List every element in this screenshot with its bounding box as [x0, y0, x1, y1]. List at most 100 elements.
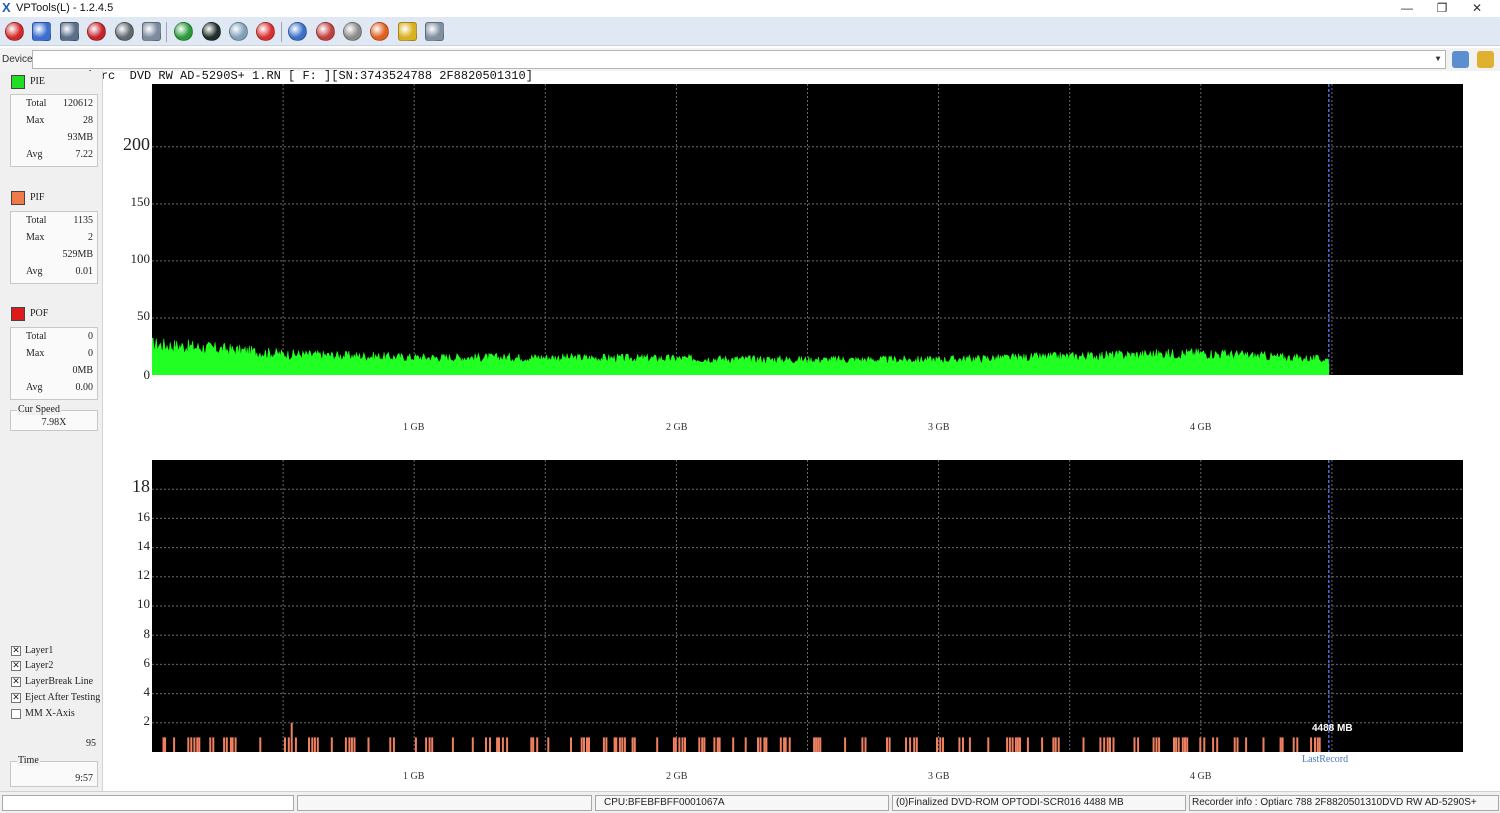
pof-color-swatch — [11, 307, 25, 321]
pif-error-bar — [633, 737, 636, 752]
pif-error-bar — [909, 737, 912, 752]
pif-error-bar — [718, 737, 721, 752]
pif-error-bar — [344, 737, 347, 752]
minimize-button[interactable]: — — [1390, 0, 1424, 17]
chevron-down-icon[interactable]: ▼ — [1432, 51, 1444, 68]
pif-error-bar — [1177, 737, 1180, 752]
checkbox-mark[interactable]: ✕ — [11, 677, 21, 687]
stat-label: Total — [26, 98, 47, 109]
pif-error-bar — [615, 737, 618, 752]
pif-error-bar — [1014, 737, 1017, 752]
sound-icon[interactable] — [1452, 51, 1469, 68]
checkbox-mark[interactable]: ✕ — [11, 661, 21, 671]
wrench-icon[interactable] — [32, 22, 51, 41]
pif-error-bar — [431, 737, 434, 752]
pif-max-position: 529MB — [62, 249, 93, 260]
pif-color-swatch — [11, 191, 25, 205]
pif-error-bar — [196, 737, 199, 752]
pif-error-bar — [817, 737, 820, 752]
pif-error-bar — [330, 737, 333, 752]
checkbox-label: Layer1 — [25, 645, 54, 656]
pif-error-bar — [1173, 737, 1175, 752]
x-tick-label: 1 GB — [403, 771, 425, 782]
stop-icon[interactable] — [256, 22, 275, 41]
pif-error-bar — [588, 737, 590, 752]
pif-error-bar — [1316, 737, 1319, 752]
device-select[interactable]: Optiarc DVD RW AD-5290S+ 1.RN [ F: ][SN:… — [32, 50, 1446, 83]
pif-error-bar — [757, 737, 759, 752]
monitor-icon[interactable] — [60, 22, 79, 41]
pif-error-bar — [815, 737, 818, 752]
printer-icon[interactable] — [142, 22, 161, 41]
pif-error-bar — [784, 737, 787, 752]
pif-error-bar — [485, 737, 487, 752]
pif-error-bar — [471, 737, 474, 752]
stat-label: Total — [26, 215, 47, 226]
pif-error-bar — [1186, 737, 1189, 752]
eject-icon[interactable] — [229, 22, 248, 41]
disc-copy-icon[interactable] — [343, 22, 362, 41]
pie-avg-value: 7.22 — [75, 149, 94, 160]
pif-error-bar — [259, 737, 262, 752]
restore-button[interactable]: ❐ — [1425, 0, 1459, 17]
pif-error-bar — [583, 737, 585, 752]
grey-disc-icon[interactable] — [115, 22, 134, 41]
pif-error-bar — [701, 737, 704, 752]
disc-scan-icon[interactable] — [316, 22, 335, 41]
folder-icon[interactable] — [398, 22, 417, 41]
pif-error-bar — [968, 737, 971, 752]
lock-icon[interactable] — [1477, 51, 1494, 68]
pif-error-bar — [861, 737, 864, 752]
globe-icon[interactable] — [202, 22, 221, 41]
red-disc-icon[interactable] — [87, 22, 106, 41]
fire-icon[interactable] — [370, 22, 389, 41]
pif-error-bar — [759, 737, 762, 752]
y-tick-label: 2 — [143, 713, 151, 728]
disc-info-icon[interactable] — [288, 22, 307, 41]
y-tick-label: 0 — [143, 367, 151, 382]
pif-total-value: 1135 — [73, 215, 93, 226]
pie-stats-box: Total 120612 Max 28 93MB Avg 7.22 — [10, 94, 98, 167]
checkbox-mark[interactable]: ✕ — [11, 693, 21, 703]
pif-error-bar — [1019, 737, 1021, 752]
pie-total-value: 120612 — [63, 98, 93, 109]
pif-error-bar — [225, 737, 228, 752]
refresh-icon[interactable] — [174, 22, 193, 41]
time-value: 9:57 — [75, 773, 93, 784]
y-tick-label: 100 — [130, 251, 151, 266]
pif-plot-area — [152, 460, 1463, 752]
power-icon[interactable] — [5, 22, 24, 41]
close-button[interactable]: ✕ — [1460, 0, 1494, 17]
stat-label: Total — [26, 331, 47, 342]
pif-error-bar — [1203, 737, 1206, 752]
pif-error-bar — [763, 737, 766, 752]
pif-error-bar — [678, 737, 681, 752]
pif-error-bar — [1008, 737, 1011, 752]
pif-error-bar — [1052, 737, 1055, 752]
pif-error-bar — [392, 737, 395, 752]
pif-legend-label: PIF — [30, 192, 45, 203]
pif-error-bar — [1245, 737, 1248, 752]
pif-error-bar — [1314, 737, 1316, 752]
y-tick-label: 12 — [137, 567, 150, 582]
pif-error-bar — [496, 737, 499, 752]
checkbox-mark[interactable]: ✕ — [11, 646, 21, 656]
pif-error-bar — [1082, 737, 1085, 752]
device-row: Device Optiarc DVD RW AD-5290S+ 1.RN [ F… — [0, 48, 1500, 83]
pif-error-bar — [813, 737, 816, 752]
pif-error-bar — [501, 737, 504, 752]
x-tick-label: 2 GB — [666, 422, 688, 433]
x-tick-label: 2 GB — [666, 771, 688, 782]
pif-error-bar — [942, 737, 944, 752]
y-tick-label: 6 — [143, 655, 151, 670]
pif-error-bar — [223, 737, 226, 752]
stat-label: Avg — [26, 382, 43, 393]
last-record-label: LastRecord — [1302, 754, 1349, 765]
pif-error-bar — [198, 737, 201, 752]
pie-legend-label: PIE — [30, 76, 45, 87]
pof-total-value: 0 — [88, 331, 93, 342]
pif-error-bar — [915, 737, 918, 752]
settings-icon[interactable] — [425, 22, 444, 41]
checkbox-mark[interactable] — [11, 709, 21, 719]
y-tick-label: 50 — [137, 308, 150, 323]
